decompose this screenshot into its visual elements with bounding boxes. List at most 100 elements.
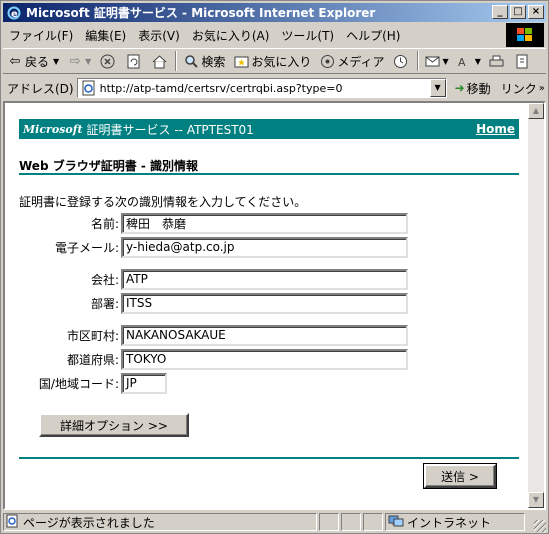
address-bar: アドレス(D) http://atp-tamd/certsrv/certrqbi… <box>3 76 546 100</box>
status-panel: ページが表示されました <box>3 513 317 531</box>
advanced-options-button[interactable]: 詳細オプション >> <box>39 413 189 437</box>
menu-help[interactable]: ヘルプ(H) <box>340 27 406 44</box>
status-cell <box>363 513 383 531</box>
address-label: アドレス(D) <box>7 81 74 96</box>
browser-window: e Microsoft 証明書サービス - Microsoft Internet… <box>0 0 549 534</box>
company-field[interactable]: ATP <box>121 268 408 290</box>
go-button[interactable]: ➜ 移動 <box>455 80 491 97</box>
mail-dropdown-icon: ▼ <box>442 56 449 66</box>
back-dropdown-icon: ▼ <box>53 56 60 66</box>
department-row: 部署: ITSS <box>19 292 408 314</box>
maximize-button[interactable]: □ <box>510 5 526 19</box>
go-arrow-icon: ➜ <box>454 81 465 95</box>
zone-text: イントラネット <box>407 515 492 530</box>
service-banner: Microsoft 証明書サービス -- ATPTEST01 Home <box>19 119 519 139</box>
state-field[interactable]: TOKYO <box>121 348 408 370</box>
page-heading: Web ブラウザ証明書 - 識別情報 <box>19 159 199 173</box>
refresh-icon <box>125 53 141 69</box>
state-row: 都道府県: TOKYO <box>19 348 408 370</box>
media-icon <box>319 53 335 69</box>
intranet-icon <box>388 514 404 531</box>
forward-button[interactable]: ⇨ ▼ <box>63 50 95 72</box>
home-link[interactable]: Home <box>476 122 515 136</box>
zone-panel: イントラネット <box>385 513 525 531</box>
menu-view[interactable]: 表示(V) <box>132 27 186 44</box>
svg-text:A: A <box>458 56 466 69</box>
toolbar-separator <box>416 51 419 71</box>
email-label: 電子メール: <box>54 240 119 255</box>
vertical-scrollbar[interactable]: ▲ ▼ <box>528 103 544 508</box>
print-button[interactable] <box>485 50 511 72</box>
email-field[interactable]: y-hieda@atp.co.jp <box>121 236 408 258</box>
resize-grip-icon[interactable] <box>534 520 546 532</box>
address-input[interactable]: http://atp-tamd/certsrv/certrqbi.asp?typ… <box>76 78 447 98</box>
edit-page-icon <box>515 53 531 69</box>
print-icon <box>489 53 505 69</box>
country-row: 国/地域コード: JP <box>19 372 167 394</box>
name-label: 名前: <box>90 216 119 231</box>
favorites-icon <box>233 53 249 69</box>
status-page-icon <box>6 514 20 531</box>
scroll-up-icon[interactable]: ▲ <box>528 103 544 119</box>
divider <box>19 457 519 459</box>
menu-tools[interactable]: ツール(T) <box>275 27 340 44</box>
city-field[interactable]: NAKANOSAKAUE <box>121 324 408 346</box>
menu-bar: ファイル(F) 編集(E) 表示(V) お気に入り(A) ツール(T) ヘルプ(… <box>3 24 506 46</box>
title-bar: e Microsoft 証明書サービス - Microsoft Internet… <box>3 3 546 22</box>
status-cell <box>319 513 339 531</box>
svg-text:e: e <box>11 9 18 20</box>
intro-text: 証明書に登録する次の識別情報を入力してください。 <box>19 195 307 209</box>
back-button[interactable]: ⇦ 戻る ▼ <box>3 50 63 72</box>
window-title: Microsoft 証明書サービス - Microsoft Internet E… <box>26 6 376 20</box>
city-row: 市区町村: NAKANOSAKAUE <box>19 324 408 346</box>
forward-arrow-icon: ⇨ <box>69 53 81 69</box>
favorites-button[interactable]: お気に入り <box>229 50 315 72</box>
refresh-button[interactable] <box>121 50 147 72</box>
media-button[interactable]: メディア <box>315 50 388 72</box>
history-button[interactable] <box>389 50 415 72</box>
home-icon <box>151 53 167 69</box>
links-chevron-icon: » <box>538 82 545 94</box>
close-button[interactable]: × <box>528 5 544 19</box>
font-icon: A <box>457 53 473 69</box>
menu-file[interactable]: ファイル(F) <box>3 27 79 44</box>
department-label: 部署: <box>90 296 119 311</box>
page-icon <box>81 80 97 96</box>
font-dropdown-icon: ▼ <box>474 56 481 66</box>
name-row: 名前: 稗田 恭磨 <box>19 212 408 234</box>
menu-edit[interactable]: 編集(E) <box>79 27 132 44</box>
city-label: 市区町村: <box>66 328 119 343</box>
search-button[interactable]: 検索 <box>179 50 229 72</box>
edit-page-button[interactable] <box>511 50 537 72</box>
state-label: 都道府県: <box>66 352 119 367</box>
font-size-button[interactable]: A ▼ <box>453 50 485 72</box>
microsoft-brand: Microsoft <box>23 122 83 136</box>
scroll-down-icon[interactable]: ▼ <box>528 492 544 508</box>
history-icon <box>393 53 409 69</box>
links-button[interactable]: リンク <box>501 80 537 97</box>
page-viewport: Microsoft 証明書サービス -- ATPTEST01 Home Web … <box>3 101 546 510</box>
mail-button[interactable]: ▼ <box>421 50 453 72</box>
name-field[interactable]: 稗田 恭磨 <box>121 212 408 234</box>
toolbar: ⇦ 戻る ▼ ⇨ ▼ 検索 お気に入り メディア ▼ A ▼ <box>3 48 546 74</box>
minimize-button[interactable]: _ <box>492 5 508 19</box>
forward-dropdown-icon: ▼ <box>85 56 92 66</box>
status-bar: ページが表示されました イントラネット <box>3 512 546 532</box>
stop-button[interactable] <box>95 50 121 72</box>
mail-icon <box>425 53 441 69</box>
home-button[interactable] <box>147 50 173 72</box>
toolbar-separator <box>175 51 178 71</box>
submit-button[interactable]: 送信 > <box>423 463 497 489</box>
status-text: ページが表示されました <box>23 515 155 530</box>
country-code-field[interactable]: JP <box>121 372 167 394</box>
status-cell <box>341 513 361 531</box>
company-row: 会社: ATP <box>19 268 408 290</box>
stop-icon <box>99 53 115 69</box>
ie-logo-icon: e <box>6 5 22 21</box>
department-field[interactable]: ITSS <box>121 292 408 314</box>
menu-favorites[interactable]: お気に入り(A) <box>186 27 276 44</box>
page-content: Microsoft 証明書サービス -- ATPTEST01 Home Web … <box>5 103 530 508</box>
back-arrow-icon: ⇦ <box>9 53 21 69</box>
address-url: http://atp-tamd/certsrv/certrqbi.asp?typ… <box>99 81 343 95</box>
address-dropdown-icon[interactable]: ▼ <box>429 79 446 97</box>
